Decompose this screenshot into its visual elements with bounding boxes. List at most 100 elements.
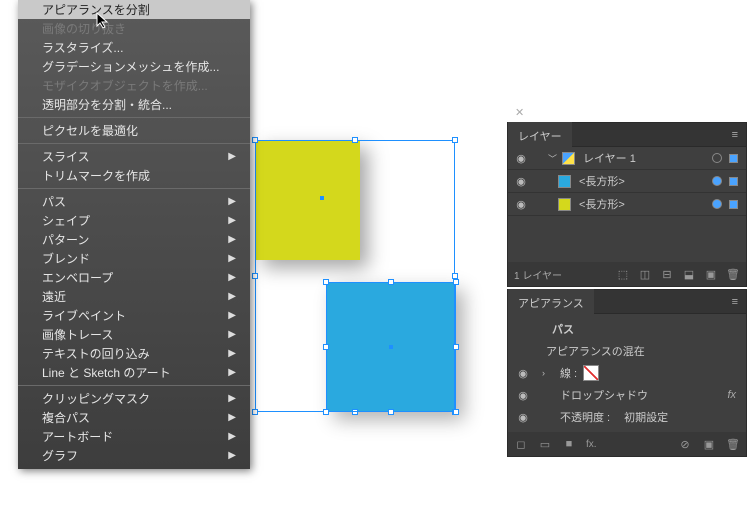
menu-item[interactable]: ラスタライズ... (18, 38, 250, 57)
appearance-stroke-row[interactable]: ◉ › 線 : (508, 362, 746, 384)
trash-icon[interactable]: 🗑 (726, 437, 740, 451)
chevron-right-icon: ▶ (228, 329, 236, 340)
menu-separator (18, 188, 250, 189)
menu-item[interactable]: グラデーションメッシュを作成... (18, 57, 250, 76)
menu-separator (18, 385, 250, 386)
chevron-right-icon: ▶ (228, 450, 236, 461)
menu-item[interactable]: アートボード▶ (18, 427, 250, 446)
menu-item[interactable]: ライブペイント▶ (18, 306, 250, 325)
menu-item[interactable]: アピアランスを分割 (18, 0, 250, 19)
appearance-path-row: パス (508, 318, 746, 340)
menu-item[interactable]: パス▶ (18, 192, 250, 211)
opacity-value[interactable]: 初期設定 (624, 409, 668, 425)
new-sublayer-icon[interactable]: ⊟ (660, 267, 674, 281)
selection-indicator[interactable] (729, 154, 738, 163)
trash-icon[interactable]: 🗑 (726, 267, 740, 281)
clear-icon[interactable]: ⊘ (678, 437, 692, 451)
menu-item[interactable]: 遠近▶ (18, 287, 250, 306)
appearance-mix-row: アピアランスの混在 (508, 340, 746, 362)
appearance-footer: ◻ ▭ ■ fx. ⊘ ▣ 🗑 (508, 432, 746, 456)
menu-separator (18, 143, 250, 144)
mix-label: アピアランスの混在 (546, 343, 645, 359)
menu-item[interactable]: グラフ▶ (18, 446, 250, 465)
layers-panel: レイヤー ≡ ◉ ﹀ レイヤー 1 ◉ <長方形> ◉ <長方形> (507, 122, 747, 287)
chevron-right-icon: ▶ (228, 412, 236, 423)
chevron-right-icon: ▶ (228, 215, 236, 226)
add-stroke-icon[interactable]: ▭ (538, 437, 552, 451)
selection-indicator[interactable] (729, 200, 738, 209)
layer-swatch (562, 152, 575, 165)
menu-item[interactable]: 透明部分を分割・統合... (18, 95, 250, 114)
chevron-right-icon: ▶ (228, 348, 236, 359)
stroke-label: 線 : (560, 365, 577, 381)
panel-header: レイヤー ≡ (508, 123, 746, 147)
duplicate-icon[interactable]: ▣ (702, 437, 716, 451)
close-icon[interactable]: ✕ (515, 106, 524, 119)
chevron-right-icon: ▶ (228, 272, 236, 283)
stroke-swatch-none[interactable] (583, 365, 599, 381)
visibility-icon[interactable]: ◉ (514, 175, 528, 188)
menu-item[interactable]: トリムマークを作成 (18, 166, 250, 185)
new-icon[interactable]: ▣ (704, 267, 718, 281)
chevron-right-icon: ▶ (228, 367, 236, 378)
menu-item[interactable]: 複合パス▶ (18, 408, 250, 427)
chevron-right-icon: ▶ (228, 151, 236, 162)
appearance-panel: アピアランス ≡ パス アピアランスの混在 ◉ › 線 : ◉ ドロップシャドウ… (507, 289, 747, 457)
chevron-right-icon: ▶ (228, 393, 236, 404)
chevron-right-icon: ▶ (228, 291, 236, 302)
layers-tab[interactable]: レイヤー (508, 122, 572, 148)
appearance-tab[interactable]: アピアランス (508, 289, 594, 315)
item-name[interactable]: <長方形> (575, 173, 708, 189)
selection-bounds-blue (326, 282, 456, 412)
menu-item[interactable]: テキストの回り込み▶ (18, 344, 250, 363)
context-menu: アピアランスを分割画像の切り抜きラスタライズ...グラデーションメッシュを作成.… (18, 0, 250, 469)
appearance-opacity-row[interactable]: ◉ 不透明度 : 初期設定 (508, 406, 746, 428)
selection-indicator[interactable] (729, 177, 738, 186)
layer-row-item[interactable]: ◉ <長方形> (508, 193, 746, 216)
item-swatch (558, 198, 571, 211)
item-name[interactable]: <長方形> (575, 196, 708, 212)
visibility-icon[interactable]: ◉ (514, 198, 528, 211)
chevron-right-icon: ▶ (228, 196, 236, 207)
fx-menu[interactable]: fx. (586, 439, 597, 450)
visibility-icon[interactable]: ◉ (516, 389, 530, 402)
menu-item[interactable]: ピクセルを最適化 (18, 121, 250, 140)
effect-label[interactable]: ドロップシャドウ (560, 387, 648, 403)
visibility-icon[interactable]: ◉ (516, 367, 530, 380)
locate-object-icon[interactable]: ⬚ (616, 267, 630, 281)
menu-item[interactable]: エンベロープ▶ (18, 268, 250, 287)
menu-item[interactable]: Line と Sketch のアート▶ (18, 363, 250, 382)
layer-name[interactable]: レイヤー 1 (579, 150, 708, 166)
chevron-down-icon[interactable]: ﹀ (548, 152, 558, 165)
anchor-point (320, 196, 324, 200)
menu-item[interactable]: パターン▶ (18, 230, 250, 249)
chevron-right-icon: ▶ (228, 431, 236, 442)
new-layer-icon[interactable]: ⬓ (682, 267, 696, 281)
appearance-effect-row[interactable]: ◉ ドロップシャドウ fx (508, 384, 746, 406)
target-icon[interactable] (712, 176, 722, 186)
target-icon[interactable] (712, 153, 722, 163)
visibility-icon[interactable]: ◉ (514, 152, 528, 165)
panel-menu-icon[interactable]: ≡ (724, 296, 746, 308)
chevron-right-icon[interactable]: › (542, 368, 554, 378)
menu-item[interactable]: 画像トレース▶ (18, 325, 250, 344)
panel-menu-icon[interactable]: ≡ (724, 129, 746, 141)
target-icon[interactable] (712, 199, 722, 209)
menu-item: 画像の切り抜き (18, 19, 250, 38)
panel-header: アピアランス ≡ (508, 290, 746, 314)
layer-row-top[interactable]: ◉ ﹀ レイヤー 1 (508, 147, 746, 170)
panels-dock: ✕ レイヤー ≡ ◉ ﹀ レイヤー 1 ◉ <長方形> ◉ <長方形> (507, 122, 747, 459)
layer-row-item[interactable]: ◉ <長方形> (508, 170, 746, 193)
make-clip-icon[interactable]: ◫ (638, 267, 652, 281)
item-swatch (558, 175, 571, 188)
path-label: パス (552, 321, 574, 337)
visibility-icon[interactable]: ◉ (516, 411, 530, 424)
chevron-right-icon: ▶ (228, 253, 236, 264)
chevron-right-icon: ▶ (228, 234, 236, 245)
menu-item[interactable]: スライス▶ (18, 147, 250, 166)
new-art-icon[interactable]: ◻ (514, 437, 528, 451)
menu-item[interactable]: ブレンド▶ (18, 249, 250, 268)
add-fill-icon[interactable]: ■ (562, 437, 576, 451)
menu-item[interactable]: シェイプ▶ (18, 211, 250, 230)
menu-item[interactable]: クリッピングマスク▶ (18, 389, 250, 408)
